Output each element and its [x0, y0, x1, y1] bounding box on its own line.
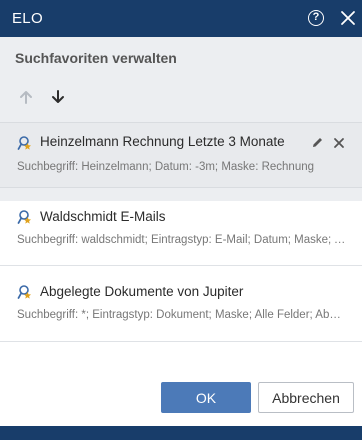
favorite-name: Heinzelmann Rechnung Letzte 3 Monate	[40, 134, 285, 149]
list-item[interactable]: Waldschmidt E-Mails Suchbegriff: waldsch…	[0, 189, 362, 265]
ok-button[interactable]: OK	[161, 382, 251, 413]
favorite-description: Suchbegriff: waldschmidt; Eintragstyp: E…	[17, 234, 347, 246]
saved-search-icon	[17, 210, 31, 224]
saved-search-icon	[17, 136, 31, 150]
arrow-down-icon[interactable]	[49, 88, 67, 106]
dialog-title: ELO	[12, 10, 43, 27]
bottom-bar	[0, 426, 362, 440]
pencil-icon[interactable]	[311, 136, 324, 149]
close-icon[interactable]	[340, 10, 356, 26]
favorite-name: Abgelegte Dokumente von Jupiter	[40, 284, 244, 299]
favorite-name: Waldschmidt E-Mails	[40, 209, 166, 224]
help-icon[interactable]: ?	[308, 10, 324, 26]
delete-icon[interactable]	[333, 137, 345, 149]
divider	[0, 341, 362, 342]
title-bar: ELO ?	[0, 0, 362, 37]
favorite-description: Suchbegriff: Heinzelmann; Datum: -3m; Ma…	[17, 161, 315, 173]
page-title: Suchfavoriten verwalten	[15, 50, 177, 66]
list-item[interactable]: Heinzelmann Rechnung Letzte 3 Monate Suc…	[0, 122, 362, 188]
favorite-description: Suchbegriff: *; Eintragstyp: Dokument; M…	[17, 309, 347, 321]
saved-search-icon	[17, 285, 31, 299]
list-item[interactable]: Abgelegte Dokumente von Jupiter Suchbegr…	[0, 266, 362, 342]
arrow-up-icon[interactable]	[17, 88, 35, 106]
cancel-button[interactable]: Abbrechen	[258, 382, 354, 413]
